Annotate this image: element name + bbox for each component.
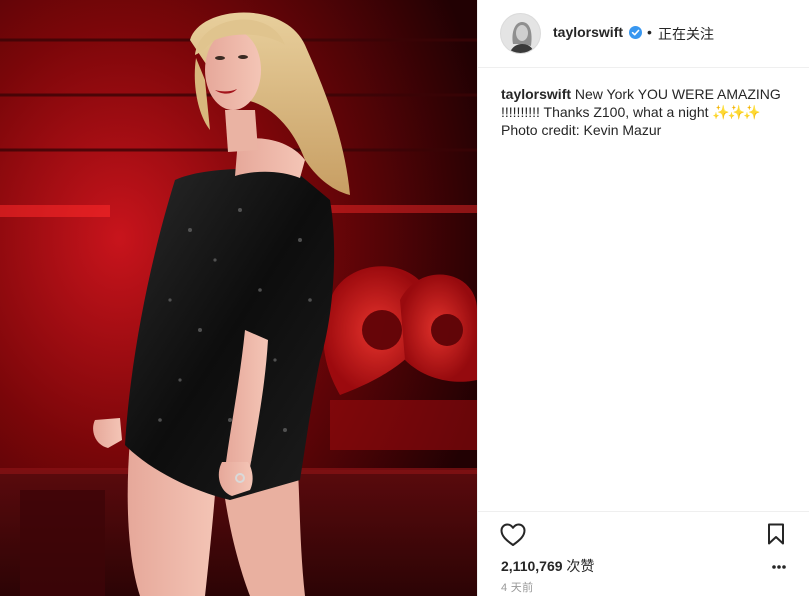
avatar[interactable] — [500, 13, 541, 54]
instagram-post: taylorswift • 正在关注 taylorswift New York … — [0, 0, 809, 596]
post-actions: 2,110,769 次赞 4 天前 — [478, 511, 809, 596]
heart-outline-icon[interactable] — [500, 523, 526, 547]
avatar-image — [501, 14, 540, 53]
caption-credit: Photo credit: Kevin Mazur — [501, 122, 662, 138]
header-separator: • — [647, 24, 652, 40]
following-button[interactable]: 正在关注 — [658, 24, 714, 44]
like-count-label: 次赞 — [566, 558, 595, 574]
header-username[interactable]: taylorswift — [553, 24, 623, 40]
post-header: taylorswift • 正在关注 — [478, 0, 809, 68]
post-caption: taylorswift New York YOU WERE AMAZING !!… — [501, 85, 791, 139]
verified-badge-icon — [629, 26, 642, 39]
post-sidebar: taylorswift • 正在关注 taylorswift New York … — [478, 0, 809, 596]
caption-username[interactable]: taylorswift — [501, 86, 571, 102]
post-photo[interactable] — [0, 0, 477, 596]
like-count[interactable]: 2,110,769 次赞 — [501, 556, 594, 576]
post-timestamp[interactable]: 4 天前 — [501, 579, 533, 595]
caption-emoji: ✨✨✨ — [712, 104, 760, 120]
more-options-icon[interactable] — [771, 564, 787, 570]
bookmark-outline-icon[interactable] — [767, 523, 785, 545]
concert-photo-illustration — [0, 0, 477, 596]
like-count-number: 2,110,769 — [501, 558, 563, 574]
